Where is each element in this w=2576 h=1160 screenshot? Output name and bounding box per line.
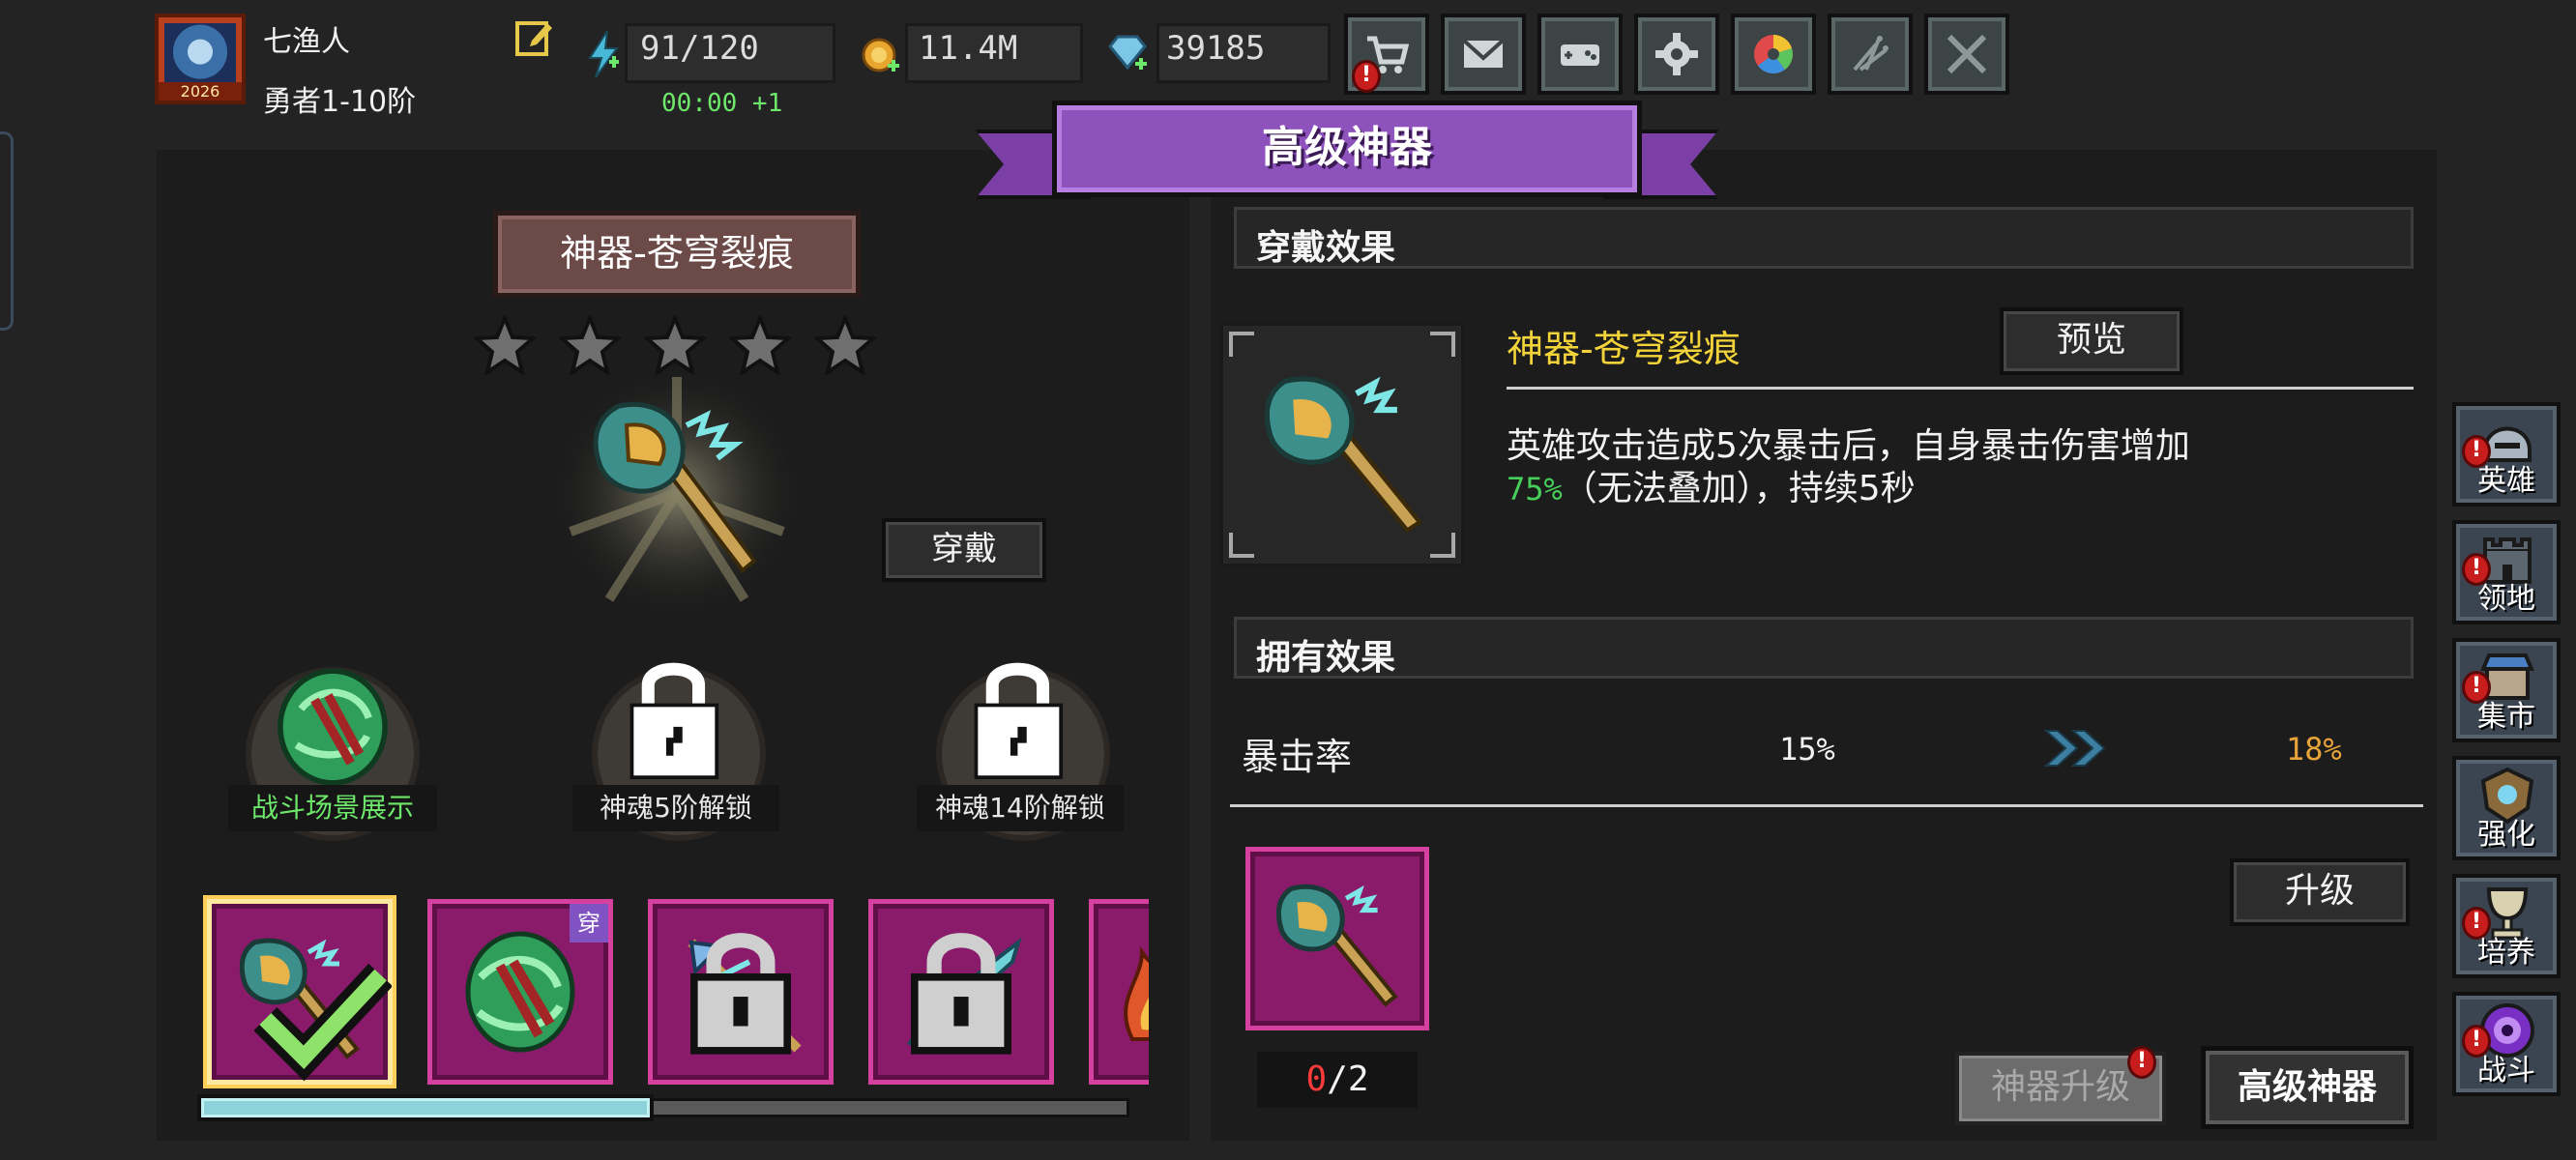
lock-icon xyxy=(974,662,1064,779)
check-icon xyxy=(254,963,392,1082)
equipped-tag: 穿 xyxy=(570,904,608,942)
shop-button[interactable]: ! xyxy=(1344,14,1429,95)
game-button[interactable] xyxy=(1537,14,1623,95)
inventory-item-green-orb[interactable]: 穿 xyxy=(427,899,613,1085)
nav-cultivate[interactable]: ! 培养 xyxy=(2452,874,2561,978)
wear-effect-description-cont: 75%（无法叠加），持续5秒 xyxy=(1507,460,1916,510)
tab-alert-badge: ! xyxy=(2127,1046,2156,1079)
star-icon xyxy=(641,312,709,377)
lock-icon xyxy=(690,933,791,1055)
inventory-item-axe[interactable] xyxy=(207,899,393,1085)
gem-icon xyxy=(1106,35,1149,73)
star-icon xyxy=(471,312,539,377)
artifact-title-plate: 神器-苍穹裂痕 xyxy=(493,211,861,298)
tab-advanced-artifact[interactable]: 高级神器 xyxy=(2201,1046,2414,1129)
star-icon xyxy=(556,312,624,377)
nav-market[interactable]: ! 集市 xyxy=(2452,638,2561,742)
artifact-axe-icon xyxy=(551,367,803,619)
inventory-item-blade[interactable] xyxy=(868,899,1054,1085)
lock-icon xyxy=(629,662,719,779)
wear-button[interactable]: 穿戴 xyxy=(882,518,1046,582)
divider xyxy=(1230,804,2423,807)
effect-rest: （无法叠加），持续5秒 xyxy=(1562,469,1916,508)
artifact-detail-frame xyxy=(1220,323,1464,566)
player-rank: 勇者1-10阶 xyxy=(263,85,417,119)
star-icon xyxy=(726,312,794,377)
effects-button[interactable] xyxy=(1828,14,1913,95)
stat-current-value: 15% xyxy=(1779,731,1835,768)
gem-value: 39185 xyxy=(1166,29,1266,68)
artifact-title: 神器-苍穹裂痕 xyxy=(560,232,794,275)
color-button[interactable] xyxy=(1731,14,1816,95)
avatar[interactable]: 2026 xyxy=(155,14,246,104)
nav-label: 领地 xyxy=(2477,582,2535,616)
double-arrow-right-icon xyxy=(2042,727,2116,769)
title-banner: 高级神器 xyxy=(975,101,1719,217)
upgrade-button[interactable]: 升级 xyxy=(2230,858,2410,926)
energy-icon xyxy=(584,29,623,79)
axe-icon xyxy=(1275,884,1398,1007)
nav-label: 培养 xyxy=(2477,936,2535,970)
wear-effect-header: 穿戴效果 xyxy=(1234,207,2414,269)
shop-alert-badge: ! xyxy=(1352,60,1381,93)
slot-label-battle-scene: 战斗场景展示 xyxy=(228,785,437,831)
inventory-item-trident[interactable] xyxy=(648,899,834,1085)
player-name: 七渔人 xyxy=(263,25,350,59)
inventory-clip xyxy=(1089,899,1149,1085)
artifact-detail-name: 神器-苍穹裂痕 xyxy=(1507,328,1741,370)
edge-handle xyxy=(0,131,14,331)
upgrade-material-item[interactable] xyxy=(1245,847,1429,1030)
effect-percent: 75% xyxy=(1507,471,1563,508)
gold-coin-icon xyxy=(861,35,901,75)
energy-value: 91/120 xyxy=(640,29,759,68)
fire-icon xyxy=(1124,945,1149,1041)
nav-territory[interactable]: ! 领地 xyxy=(2452,520,2561,624)
settings-button[interactable] xyxy=(1634,14,1719,95)
slot-label-locked-5: 神魂5阶解锁 xyxy=(572,785,779,831)
nav-label: 集市 xyxy=(2477,700,2535,734)
fireworks-icon xyxy=(1853,36,1888,72)
gold-value: 11.4M xyxy=(919,29,1018,68)
green-orb-icon xyxy=(278,668,388,786)
stat-name: 暴击率 xyxy=(1242,736,1353,778)
battle-settings-button[interactable] xyxy=(1924,14,2009,95)
color-wheel-icon xyxy=(1754,35,1793,73)
slot-label-locked-14: 神魂14阶解锁 xyxy=(917,785,1124,831)
gear-icon xyxy=(1655,33,1698,75)
inventory-item-fire[interactable] xyxy=(1089,899,1149,1085)
mail-button[interactable] xyxy=(1441,14,1526,95)
green-orb-icon xyxy=(465,931,575,1053)
preview-button[interactable]: 预览 xyxy=(2000,307,2183,375)
nav-label: 英雄 xyxy=(2477,464,2535,498)
mail-icon xyxy=(1462,39,1505,68)
crossed-swords-icon xyxy=(1947,34,1987,74)
stat-next-value: 18% xyxy=(2286,731,2342,768)
nav-hero[interactable]: ! 英雄 xyxy=(2452,402,2561,507)
gamepad-icon xyxy=(1561,44,1599,66)
nav-battle[interactable]: ! 战斗 xyxy=(2452,992,2561,1096)
count-have: 0 xyxy=(1305,1059,1328,1099)
star-icon xyxy=(811,312,879,377)
axe-icon xyxy=(1264,376,1423,534)
wear-effect-title: 穿戴效果 xyxy=(1256,228,1396,268)
own-effect-header: 拥有效果 xyxy=(1234,617,2414,679)
lock-icon xyxy=(911,933,1011,1055)
own-effect-title: 拥有效果 xyxy=(1256,638,1396,678)
edit-name-icon[interactable] xyxy=(514,17,555,58)
page-title: 高级神器 xyxy=(1262,123,1432,172)
energy-timer: 00:00 +1 xyxy=(661,89,783,118)
inventory-scrollbar-thumb[interactable] xyxy=(197,1094,654,1121)
nav-enhance[interactable]: 强化 xyxy=(2452,756,2561,860)
avatar-year: 2026 xyxy=(159,82,242,101)
nav-label: 强化 xyxy=(2477,818,2535,852)
count-need: /2 xyxy=(1327,1059,1369,1099)
divider xyxy=(1507,387,2414,390)
upgrade-material-count: 0/2 xyxy=(1257,1052,1418,1108)
nav-label: 战斗 xyxy=(2477,1054,2535,1088)
